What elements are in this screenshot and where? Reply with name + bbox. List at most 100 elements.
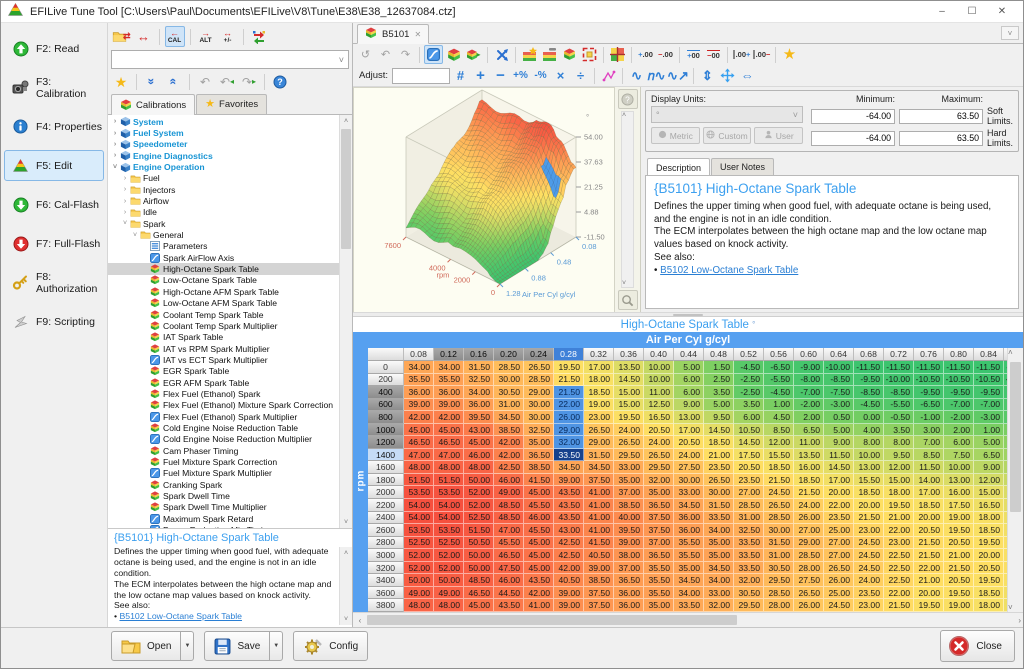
table-cell[interactable]: 18.00: [584, 374, 614, 387]
table-cell[interactable]: 28.50: [524, 374, 554, 387]
table-cell[interactable]: 23.50: [854, 587, 884, 600]
table-cell[interactable]: 26.50: [704, 474, 734, 487]
table-cell[interactable]: 29.50: [764, 574, 794, 587]
row-header-200[interactable]: 200: [368, 374, 404, 387]
table-cell[interactable]: 8.50: [764, 424, 794, 437]
table-cell[interactable]: 48.00: [464, 461, 494, 474]
table-cell[interactable]: 34.00: [404, 361, 434, 374]
table-cell[interactable]: 49.00: [494, 486, 524, 499]
table-cell[interactable]: -8.00: [794, 374, 824, 387]
tree-item-engine-operation[interactable]: ˅Engine Operation: [108, 161, 339, 172]
table-cell[interactable]: 29.50: [734, 599, 764, 612]
table-cell[interactable]: 15.00: [614, 399, 644, 412]
table-cell[interactable]: 34.00: [704, 524, 734, 537]
save-button[interactable]: Save: [204, 631, 270, 661]
table-cell[interactable]: 38.50: [614, 499, 644, 512]
table-cell[interactable]: 45.50: [524, 499, 554, 512]
table-cell[interactable]: 36.50: [644, 499, 674, 512]
tab-b5101[interactable]: B5101 ✕: [357, 24, 429, 44]
trace-icon[interactable]: [599, 66, 618, 85]
expand-icon[interactable]: ›: [120, 198, 130, 205]
table-cell[interactable]: 26.50: [644, 449, 674, 462]
tree-item-spark-dwell-time-multiplier[interactable]: Spark Dwell Time Multiplier: [108, 502, 339, 513]
row-header-2000[interactable]: 2000: [368, 486, 404, 499]
col-header-0.44[interactable]: 0.44: [674, 348, 704, 361]
table-cell[interactable]: 32.50: [464, 374, 494, 387]
table-cell[interactable]: 42.50: [554, 537, 584, 550]
view-2d-icon[interactable]: [424, 45, 443, 64]
table-cell[interactable]: 25.00: [824, 524, 854, 537]
expand-icon[interactable]: ›: [120, 175, 130, 182]
row-header-1800[interactable]: 1800: [368, 474, 404, 487]
col-header-0.72[interactable]: 0.72: [884, 348, 914, 361]
table-cell[interactable]: 4.00: [854, 424, 884, 437]
tree-item-iat-vs-rpm-spark-multiplier[interactable]: IAT vs RPM Spark Multiplier: [108, 343, 339, 354]
tree-item-flex-fuel-ethanol-spark[interactable]: Flex Fuel (Ethanol) Spark: [108, 388, 339, 399]
magnifier-icon[interactable]: [618, 290, 638, 310]
table-cell[interactable]: 20.50: [944, 537, 974, 550]
table-cell[interactable]: 8.00: [854, 436, 884, 449]
divide-icon[interactable]: ÷: [571, 66, 590, 85]
table-cell[interactable]: 36.00: [674, 524, 704, 537]
tree-item-low-octane-spark-table[interactable]: Low-Octane Spark Table: [108, 275, 339, 286]
tree-item-high-octane-afm-spark-table[interactable]: High-Octane AFM Spark Table: [108, 286, 339, 297]
table-cell[interactable]: 41.00: [584, 524, 614, 537]
table-cell[interactable]: 54.00: [434, 512, 464, 525]
table-cell[interactable]: 8.00: [884, 436, 914, 449]
table-cell[interactable]: -7.00: [794, 386, 824, 399]
table-cell[interactable]: 3.00: [914, 424, 944, 437]
alt-view-button[interactable]: →ALT: [196, 26, 216, 47]
scroll-down-icon[interactable]: ˅: [340, 613, 352, 625]
table-cell[interactable]: -6.50: [914, 399, 944, 412]
table-cell[interactable]: 51.50: [434, 474, 464, 487]
table-cell[interactable]: 30.50: [734, 587, 764, 600]
table-cell[interactable]: 43.50: [554, 499, 584, 512]
table-cell[interactable]: 6.00: [674, 374, 704, 387]
table-cell[interactable]: 36.00: [614, 587, 644, 600]
tree-item-flex-fuel-ethanol-spark-multiplier[interactable]: Flex Fuel (Ethanol) Spark Multiplier: [108, 411, 339, 422]
favorite-icon[interactable]: ★: [780, 45, 799, 64]
table-cell[interactable]: 47.00: [434, 449, 464, 462]
table-cell[interactable]: 20.50: [914, 524, 944, 537]
add-icon[interactable]: +: [471, 66, 490, 85]
table-cell[interactable]: 36.00: [434, 386, 464, 399]
table-cell[interactable]: 39.00: [584, 562, 614, 575]
flip-horizontal-icon[interactable]: ⇔: [738, 66, 757, 85]
table-cell[interactable]: 23.00: [884, 537, 914, 550]
table-cell[interactable]: 39.00: [554, 599, 584, 612]
row-header-1200[interactable]: 1200: [368, 436, 404, 449]
table-cell[interactable]: 33.50: [734, 549, 764, 562]
smooth-icon[interactable]: ∿: [627, 66, 646, 85]
tab-user-notes[interactable]: User Notes: [711, 158, 774, 175]
table-cell[interactable]: -4.50: [734, 361, 764, 374]
maximize-button[interactable]: ☐: [957, 2, 987, 22]
tree-item-fuel[interactable]: ›Fuel: [108, 173, 339, 184]
table-cell[interactable]: 37.00: [614, 562, 644, 575]
table-cell[interactable]: -3.00: [824, 399, 854, 412]
table-cell[interactable]: 18.50: [764, 461, 794, 474]
flip-vertical-icon[interactable]: ⇕: [698, 66, 717, 85]
col-header-0.36[interactable]: 0.36: [614, 348, 644, 361]
table-cell[interactable]: 32.00: [734, 574, 764, 587]
table-cell[interactable]: 21.50: [944, 562, 974, 575]
table-cell[interactable]: 37.00: [644, 537, 674, 550]
table-cell[interactable]: 26.00: [554, 411, 584, 424]
table-cell[interactable]: 41.00: [584, 512, 614, 525]
table-cell[interactable]: -10.00: [884, 374, 914, 387]
expand-all-icon[interactable]: »: [142, 72, 163, 92]
table-cell[interactable]: -10.50: [944, 374, 974, 387]
table-cell[interactable]: -11.50: [974, 361, 1004, 374]
table-cell[interactable]: 18.50: [974, 524, 1004, 537]
table-cell[interactable]: 1.50: [704, 361, 734, 374]
table-cell[interactable]: 37.00: [614, 486, 644, 499]
table-cell[interactable]: 48.50: [464, 574, 494, 587]
row-header-3200[interactable]: 3200: [368, 562, 404, 575]
undo-icon[interactable]: ↶: [195, 71, 215, 92]
table-cell[interactable]: 18.50: [794, 474, 824, 487]
col-header-0.28[interactable]: 0.28: [554, 348, 584, 361]
config-button[interactable]: Config: [293, 631, 368, 661]
table-cell[interactable]: 53.50: [404, 486, 434, 499]
table-cell[interactable]: 10.00: [854, 449, 884, 462]
tree-item-injectors[interactable]: ›Injectors: [108, 184, 339, 195]
table-cell[interactable]: 37.50: [644, 512, 674, 525]
